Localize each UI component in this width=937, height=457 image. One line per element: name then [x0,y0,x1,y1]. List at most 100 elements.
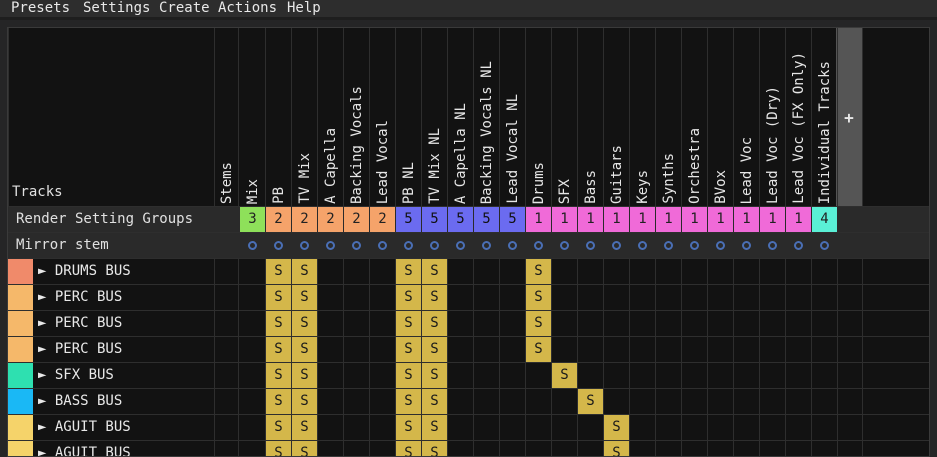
render-group-cell[interactable]: 1 [734,207,759,232]
stem-assignment-cell[interactable] [760,311,785,336]
stem-assignment-cell[interactable] [344,441,369,456]
mirror-toggle[interactable] [812,233,837,258]
stem-assignment-cell[interactable] [604,363,629,388]
stem-assignment-cell[interactable] [500,363,525,388]
stem-assignment-cell[interactable] [812,441,837,456]
stem-assignment-cell[interactable]: S [422,363,447,388]
stem-assignment-cell[interactable] [812,415,837,440]
stem-assignment-cell[interactable]: S [292,389,317,414]
stem-assignment-cell[interactable] [734,415,759,440]
stem-assignment-cell[interactable] [630,311,655,336]
menu-create-actions[interactable]: Create Actions [159,0,277,17]
stem-assignment-cell[interactable] [344,363,369,388]
stem-assignment-cell[interactable] [708,337,733,362]
stem-assignment-cell[interactable] [318,337,343,362]
stem-assignment-cell[interactable] [240,389,265,414]
stem-assignment-cell[interactable] [318,389,343,414]
stem-assignment-cell[interactable]: S [396,363,421,388]
stem-assignment-cell[interactable]: S [292,285,317,310]
track-row[interactable]: ► PERC BUS S S S S S [8,336,929,362]
stem-assignment-cell[interactable]: S [422,389,447,414]
render-group-cell[interactable]: 1 [604,207,629,232]
stem-assignment-cell[interactable]: S [292,337,317,362]
stem-assignment-cell[interactable]: S [422,441,447,456]
stem-assignment-cell[interactable]: S [396,415,421,440]
render-group-cell[interactable]: 2 [318,207,343,232]
render-group-cell[interactable]: 1 [786,207,811,232]
stem-assignment-cell[interactable] [578,285,603,310]
stem-assignment-cell[interactable] [552,259,577,284]
mirror-toggle[interactable] [526,233,551,258]
stem-assignment-cell[interactable] [708,259,733,284]
stem-assignment-cell[interactable] [578,415,603,440]
stem-assignment-cell[interactable] [708,311,733,336]
stem-assignment-cell[interactable]: S [266,337,291,362]
stem-assignment-cell[interactable] [318,363,343,388]
menu-presets[interactable]: Presets [11,0,70,17]
mirror-toggle[interactable] [292,233,317,258]
stem-assignment-cell[interactable] [786,311,811,336]
stem-assignment-cell[interactable] [552,389,577,414]
stem-assignment-cell[interactable]: S [292,311,317,336]
mirror-toggle[interactable] [734,233,759,258]
stem-assignment-cell[interactable] [630,389,655,414]
stem-assignment-cell[interactable]: S [292,441,317,456]
stem-assignment-cell[interactable] [578,311,603,336]
stem-column-header[interactable]: Mix [240,28,266,206]
stem-column-header[interactable]: PB NL [396,28,422,206]
stem-assignment-cell[interactable] [526,363,551,388]
track-color-swatch[interactable] [8,285,33,310]
stem-assignment-cell[interactable] [682,441,707,456]
track-row[interactable]: ► SFX BUS S S S S S [8,362,929,388]
stem-assignment-cell[interactable]: S [422,415,447,440]
stem-assignment-cell[interactable]: S [266,415,291,440]
stem-assignment-cell[interactable] [448,415,473,440]
track-color-swatch[interactable] [8,389,33,414]
mirror-toggle[interactable] [656,233,681,258]
stem-assignment-cell[interactable] [500,389,525,414]
stem-assignment-cell[interactable]: S [422,285,447,310]
mirror-toggle[interactable] [370,233,395,258]
stem-assignment-cell[interactable] [682,337,707,362]
stem-assignment-cell[interactable] [344,389,369,414]
stem-assignment-cell[interactable] [500,285,525,310]
stem-assignment-cell[interactable]: S [292,363,317,388]
mirror-toggle[interactable] [552,233,577,258]
stem-assignment-cell[interactable] [734,285,759,310]
stem-column-header[interactable]: A Capella NL [448,28,474,206]
stem-column-header[interactable]: A Capella [318,28,344,206]
mirror-toggle[interactable] [448,233,473,258]
stem-assignment-cell[interactable] [500,337,525,362]
stem-column-header[interactable]: Lead Voc (Dry) [760,28,786,206]
stem-column-header[interactable]: Orchestra [682,28,708,206]
stem-assignment-cell[interactable]: S [578,389,603,414]
render-group-cell[interactable]: 1 [708,207,733,232]
track-row[interactable]: ► DRUMS BUS S S S S S [8,258,929,284]
stem-assignment-cell[interactable] [812,259,837,284]
track-row[interactable]: ► AGUIT BUS S S S S S [8,440,929,456]
stem-assignment-cell[interactable] [344,337,369,362]
stem-assignment-cell[interactable] [448,259,473,284]
stem-assignment-cell[interactable] [370,363,395,388]
stem-assignment-cell[interactable] [318,311,343,336]
stem-assignment-cell[interactable] [630,285,655,310]
stem-assignment-cell[interactable] [500,311,525,336]
stem-assignment-cell[interactable] [370,337,395,362]
stem-assignment-cell[interactable] [344,285,369,310]
stem-assignment-cell[interactable] [578,441,603,456]
stem-assignment-cell[interactable] [552,415,577,440]
stem-column-header[interactable]: Keys [630,28,656,206]
stem-assignment-cell[interactable] [448,311,473,336]
stem-assignment-cell[interactable]: S [396,441,421,456]
stem-assignment-cell[interactable] [474,259,499,284]
render-group-cell[interactable]: 1 [682,207,707,232]
stem-column-header[interactable]: Lead Vocal NL [500,28,526,206]
stem-column-header[interactable]: Drums [526,28,552,206]
render-group-cell[interactable]: 1 [526,207,551,232]
stem-assignment-cell[interactable] [760,285,785,310]
track-name[interactable]: ► AGUIT BUS [38,445,131,456]
stem-assignment-cell[interactable] [604,337,629,362]
stem-assignment-cell[interactable] [370,311,395,336]
track-color-swatch[interactable] [8,311,33,336]
track-name[interactable]: ► PERC BUS [38,315,122,331]
